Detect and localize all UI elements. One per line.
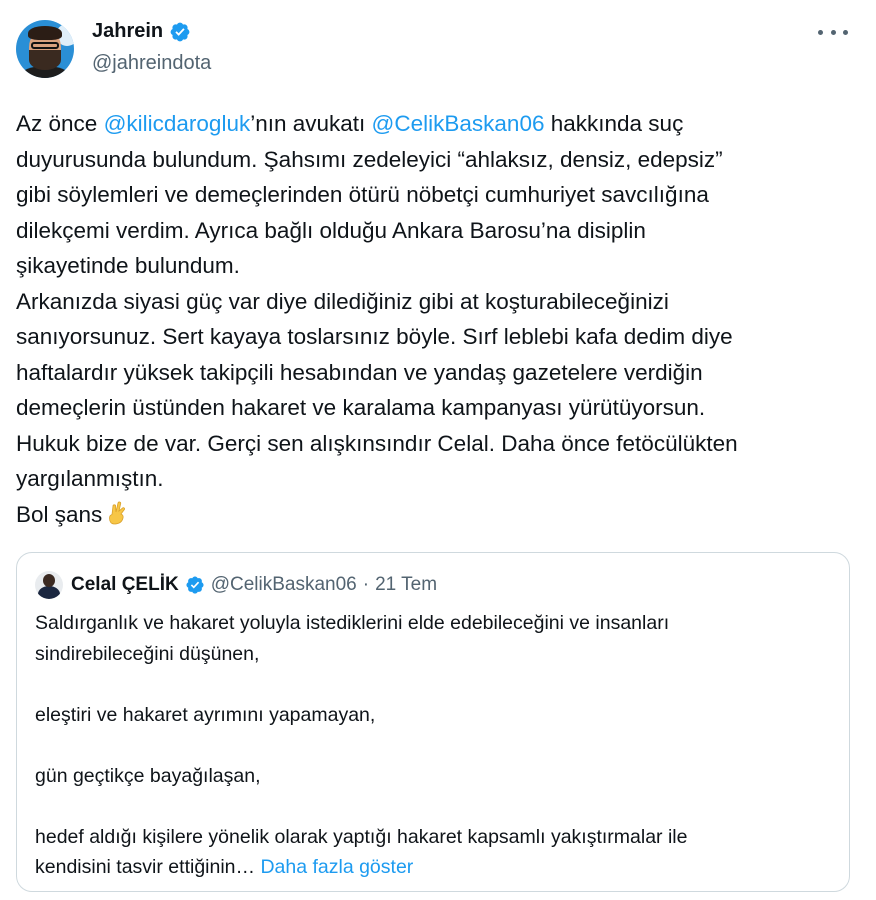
quoted-verified-badge-icon (186, 576, 204, 594)
tweet-text-span: yargılanmıştın. (16, 466, 164, 491)
tweet-text: Az önce @kilicdarogluk’nın avukatı @Celi… (16, 106, 861, 532)
quoted-blank-line (35, 730, 835, 761)
tweet-text-span: Arkanızda siyasi güç var diye dilediğini… (16, 288, 669, 314)
more-options-icon[interactable] (818, 22, 848, 42)
quoted-separator: · (362, 574, 370, 595)
tweet-text-span: Bol şans (16, 501, 103, 527)
tweet-text-span: duyurusunda bulundum. Şahsımı zedeleyici… (16, 146, 723, 172)
quoted-text-line: gün geçtikçe bayağılaşan, (35, 764, 261, 787)
author-handle[interactable]: @jahreindota (92, 52, 211, 75)
tweet-text-line: Arkanızda siyasi güç var diye dilediğini… (16, 284, 861, 320)
tweet-text-span: sanıyorsunuz. Sert kayaya toslarsınız bö… (16, 324, 733, 349)
quoted-author-name[interactable]: Celal ÇELİK (71, 574, 179, 596)
tweet-text-span: hakkında suç (544, 111, 684, 136)
quoted-blank-line (35, 669, 835, 700)
tweet: Jahrein @jahreindota Az önce @kilicdarog… (0, 0, 876, 900)
tweet-text-line: duyurusunda bulundum. Şahsımı zedeleyici… (16, 142, 861, 178)
tweet-text-line: yargılanmıştın. (16, 461, 861, 497)
quoted-text-line: eleştiri ve hakaret ayrımını yapamayan, (35, 703, 376, 726)
quoted-date[interactable]: 21 Tem (375, 574, 437, 596)
tweet-text-line: Bol şans (16, 497, 861, 533)
quoted-author-avatar[interactable] (35, 571, 63, 599)
quoted-tweet-text: Saldırganlık ve hakaret yoluyla istedikl… (35, 608, 835, 883)
crossed-fingers-icon (109, 501, 126, 524)
author-avatar[interactable] (16, 20, 74, 78)
author-display-name[interactable]: Jahrein (92, 20, 163, 43)
tweet-text-span: haftalardır yüksek takipçili hesabından … (16, 359, 703, 385)
tweet-text-span: gibi söylemleri ve demeçlerinden ötürü n… (16, 182, 709, 207)
tweet-text-span: dilekçemi verdim. Ayrıca bağlı olduğu An… (16, 217, 646, 243)
tweet-text-line: demeçlerin üstünden hakaret ve karalama … (16, 390, 861, 426)
mention-link[interactable]: @CelikBaskan06 (372, 111, 545, 136)
quoted-text-span: kendisini tasvir ettiğinin… (35, 856, 261, 878)
mention-link[interactable]: @kilicdarogluk (104, 111, 251, 136)
tweet-text-line: sanıyorsunuz. Sert kayaya toslarsınız bö… (16, 319, 861, 355)
tweet-text-span: Az önce (16, 111, 104, 136)
tweet-text-line: dilekçemi verdim. Ayrıca bağlı olduğu An… (16, 213, 861, 249)
tweet-text-line: gibi söylemleri ve demeçlerinden ötürü n… (16, 177, 861, 213)
quoted-author-handle[interactable]: @CelikBaskan06 (211, 574, 357, 596)
tweet-text-span: şikayetinde bulundum. (16, 253, 240, 278)
quoted-tweet[interactable]: Celal ÇELİK @CelikBaskan06 · 21 Tem Sald… (16, 552, 850, 892)
tweet-text-line: şikayetinde bulundum. (16, 248, 861, 284)
quoted-tweet-header: Celal ÇELİK @CelikBaskan06 · 21 Tem (35, 571, 437, 599)
quoted-blank-line (35, 791, 835, 822)
tweet-text-span: ’nın avukatı (250, 111, 372, 136)
quoted-text-line: Saldırganlık ve hakaret yoluyla istedikl… (35, 612, 670, 634)
quoted-text-line: kendisini tasvir ettiğinin… Daha fazla g… (35, 852, 835, 883)
show-more-link[interactable]: Daha fazla göster (260, 856, 413, 878)
quoted-text-line: sindirebileceğini düşünen, (35, 642, 260, 665)
tweet-text-line: haftalardır yüksek takipçili hesabından … (16, 355, 861, 391)
tweet-text-line: Az önce @kilicdarogluk’nın avukatı @Celi… (16, 106, 861, 142)
quoted-text-line: hedef aldığı kişilere yönelik olarak yap… (35, 825, 688, 848)
tweet-text-line: Hukuk bize de var. Gerçi sen alışkınsınd… (16, 426, 861, 462)
tweet-text-span: Hukuk bize de var. Gerçi sen alışkınsınd… (16, 430, 738, 456)
verified-badge-icon (170, 22, 190, 41)
author-name-row: Jahrein (92, 20, 191, 43)
tweet-text-span: demeçlerin üstünden hakaret ve karalama … (16, 395, 706, 420)
